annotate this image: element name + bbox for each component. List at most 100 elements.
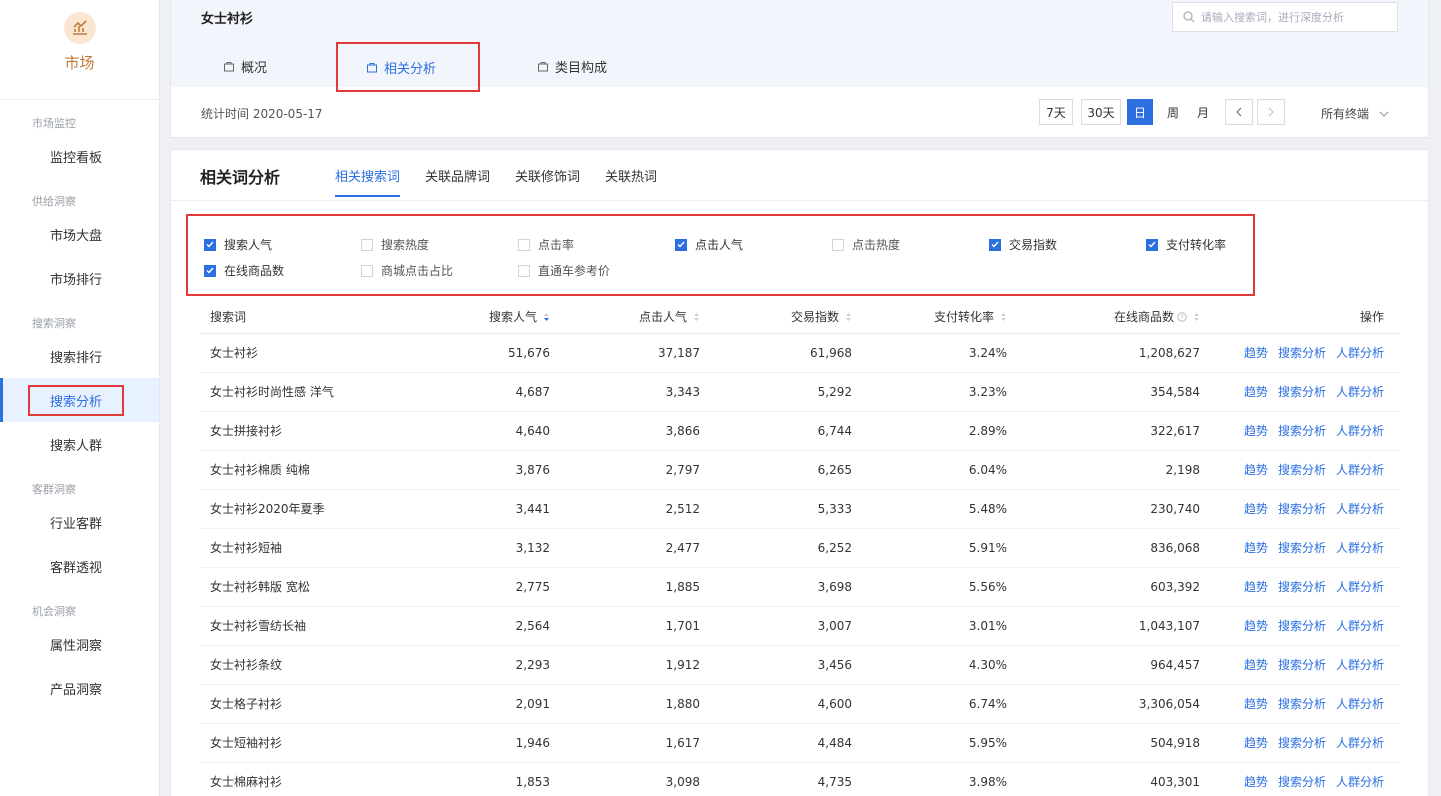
crowd-analysis-link[interactable]: 人群分析 bbox=[1336, 502, 1384, 516]
date-month-button[interactable]: 月 bbox=[1191, 99, 1215, 125]
crowd-analysis-link[interactable]: 人群分析 bbox=[1336, 424, 1384, 438]
search-analysis-link[interactable]: 搜索分析 bbox=[1278, 697, 1326, 711]
search-analysis-link[interactable]: 搜索分析 bbox=[1278, 502, 1326, 516]
sidebar-item[interactable]: 搜索分析 bbox=[0, 378, 159, 422]
sidebar-item[interactable]: 市场大盘 bbox=[0, 212, 159, 256]
metric-checkbox[interactable]: 点击热度 bbox=[832, 236, 900, 253]
crowd-analysis-link[interactable]: 人群分析 bbox=[1336, 385, 1384, 399]
trend-link[interactable]: 趋势 bbox=[1244, 541, 1268, 555]
col-click-popularity[interactable]: 点击人气 bbox=[550, 300, 700, 334]
sidebar-item[interactable]: 搜索排行 bbox=[0, 334, 159, 378]
search-analysis-link[interactable]: 搜索分析 bbox=[1278, 424, 1326, 438]
subtab-hot-words[interactable]: 关联热词 bbox=[605, 166, 657, 185]
metric-cell: 1,880 bbox=[550, 684, 700, 724]
actions-cell: 趋势 搜索分析 人群分析 bbox=[1200, 606, 1400, 646]
checkbox-checked-icon bbox=[204, 238, 216, 251]
trend-link[interactable]: 趋势 bbox=[1244, 658, 1268, 672]
metric-checkbox[interactable]: 直通车参考价 bbox=[518, 262, 610, 279]
metric-checkbox[interactable]: 在线商品数 bbox=[204, 262, 284, 279]
nav-group-label: 机会洞察 bbox=[32, 605, 76, 618]
metric-cell: 2,477 bbox=[550, 528, 700, 568]
search-input[interactable]: 请输入搜索词，进行深度分析 bbox=[1172, 2, 1398, 32]
next-button[interactable] bbox=[1257, 99, 1285, 125]
sidebar-item[interactable]: 客群透视 bbox=[0, 544, 159, 588]
market-logo[interactable]: 市场 bbox=[0, 0, 159, 100]
sidebar-item[interactable]: 属性洞察 bbox=[0, 622, 159, 666]
crowd-analysis-link[interactable]: 人群分析 bbox=[1336, 580, 1384, 594]
crowd-analysis-link[interactable]: 人群分析 bbox=[1336, 541, 1384, 555]
date-week-button[interactable]: 周 bbox=[1159, 99, 1187, 125]
trend-link[interactable]: 趋势 bbox=[1244, 346, 1268, 360]
metric-checkbox[interactable]: 交易指数 bbox=[989, 236, 1057, 253]
tab-category-composition[interactable]: 类目构成 bbox=[537, 45, 637, 87]
date-7d-button[interactable]: 7天 bbox=[1039, 99, 1073, 125]
col-trade-index[interactable]: 交易指数 bbox=[700, 300, 852, 334]
search-analysis-link[interactable]: 搜索分析 bbox=[1278, 736, 1326, 750]
date-day-button[interactable]: 日 bbox=[1127, 99, 1153, 125]
metric-checkbox[interactable]: 搜索热度 bbox=[361, 236, 429, 253]
trend-link[interactable]: 趋势 bbox=[1244, 736, 1268, 750]
metric-checkbox[interactable]: 支付转化率 bbox=[1146, 236, 1226, 253]
subtab-modifier-words[interactable]: 关联修饰词 bbox=[515, 166, 580, 185]
tab-related-analysis[interactable]: 相关分析 bbox=[336, 42, 480, 92]
subtab-related-search[interactable]: 相关搜索词 bbox=[335, 166, 401, 197]
checkbox-label: 点击人气 bbox=[695, 238, 744, 252]
metric-cell: 6,265 bbox=[700, 450, 852, 490]
metric-cell: 1,043,107 bbox=[1007, 606, 1200, 646]
trend-link[interactable]: 趋势 bbox=[1244, 463, 1268, 477]
search-analysis-link[interactable]: 搜索分析 bbox=[1278, 385, 1326, 399]
metric-cell: 5.91% bbox=[852, 528, 1007, 568]
actions-cell: 趋势 搜索分析 人群分析 bbox=[1200, 411, 1400, 451]
terminal-select[interactable]: 所有终端 bbox=[1321, 105, 1389, 122]
search-analysis-link[interactable]: 搜索分析 bbox=[1278, 463, 1326, 477]
trend-link[interactable]: 趋势 bbox=[1244, 385, 1268, 399]
metric-checkbox[interactable]: 点击率 bbox=[518, 236, 574, 253]
crowd-analysis-link[interactable]: 人群分析 bbox=[1336, 463, 1384, 477]
crowd-analysis-link[interactable]: 人群分析 bbox=[1336, 775, 1384, 789]
trend-link[interactable]: 趋势 bbox=[1244, 502, 1268, 516]
metric-checkbox[interactable]: 商城点击占比 bbox=[361, 262, 453, 279]
keyword-cell: 女士衬衫雪纺长袖 bbox=[200, 606, 410, 646]
metric-checkbox[interactable]: 搜索人气 bbox=[204, 236, 272, 253]
search-analysis-link[interactable]: 搜索分析 bbox=[1278, 346, 1326, 360]
sidebar-item[interactable]: 搜索人群 bbox=[0, 422, 159, 466]
col-actions: 操作 bbox=[1200, 300, 1400, 334]
crowd-analysis-link[interactable]: 人群分析 bbox=[1336, 619, 1384, 633]
trend-link[interactable]: 趋势 bbox=[1244, 775, 1268, 789]
subtab-brand-words[interactable]: 关联品牌词 bbox=[425, 166, 490, 185]
search-analysis-link[interactable]: 搜索分析 bbox=[1278, 775, 1326, 789]
search-analysis-link[interactable]: 搜索分析 bbox=[1278, 619, 1326, 633]
search-analysis-link[interactable]: 搜索分析 bbox=[1278, 541, 1326, 555]
tab-label: 相关分析 bbox=[384, 61, 437, 77]
trend-link[interactable]: 趋势 bbox=[1244, 697, 1268, 711]
sidebar-item[interactable]: 市场排行 bbox=[0, 256, 159, 300]
tab-overview[interactable]: 概况 bbox=[223, 45, 303, 87]
metric-checkbox[interactable]: 点击人气 bbox=[675, 236, 743, 253]
search-analysis-link[interactable]: 搜索分析 bbox=[1278, 580, 1326, 594]
sidebar-item[interactable]: 监控看板 bbox=[0, 134, 159, 178]
metric-cell: 4,687 bbox=[410, 372, 550, 412]
trend-link[interactable]: 趋势 bbox=[1244, 619, 1268, 633]
trend-link[interactable]: 趋势 bbox=[1244, 580, 1268, 594]
sidebar-item-label: 监控看板 bbox=[50, 150, 103, 166]
terminal-value: 所有终端 bbox=[1321, 107, 1370, 121]
search-analysis-link[interactable]: 搜索分析 bbox=[1278, 658, 1326, 672]
crowd-analysis-link[interactable]: 人群分析 bbox=[1336, 658, 1384, 672]
metric-cell: 1,617 bbox=[550, 723, 700, 763]
crowd-analysis-link[interactable]: 人群分析 bbox=[1336, 736, 1384, 750]
metric-cell: 4.30% bbox=[852, 645, 1007, 685]
col-conversion-rate[interactable]: 支付转化率 bbox=[852, 300, 1007, 334]
trend-link[interactable]: 趋势 bbox=[1244, 424, 1268, 438]
keyword-cell: 女士衬衫短袖 bbox=[200, 528, 410, 568]
prev-button[interactable] bbox=[1225, 99, 1253, 125]
sidebar-item[interactable]: 产品洞察 bbox=[0, 666, 159, 710]
sidebar-item[interactable]: 行业客群 bbox=[0, 500, 159, 544]
crowd-analysis-link[interactable]: 人群分析 bbox=[1336, 697, 1384, 711]
col-online-items[interactable]: 在线商品数? bbox=[1007, 300, 1200, 334]
table-row: 女士格子衬衫 2,091 1,880 4,600 6.74% 3,306,054 趋势 搜索分… bbox=[200, 684, 1400, 724]
date-30d-button[interactable]: 30天 bbox=[1081, 99, 1121, 125]
crowd-analysis-link[interactable]: 人群分析 bbox=[1336, 346, 1384, 360]
sidebar-item-label: 客群透视 bbox=[50, 560, 103, 576]
col-search-popularity[interactable]: 搜索人气 bbox=[410, 300, 550, 334]
keyword-cell: 女士衬衫棉质 纯棉 bbox=[200, 450, 410, 490]
